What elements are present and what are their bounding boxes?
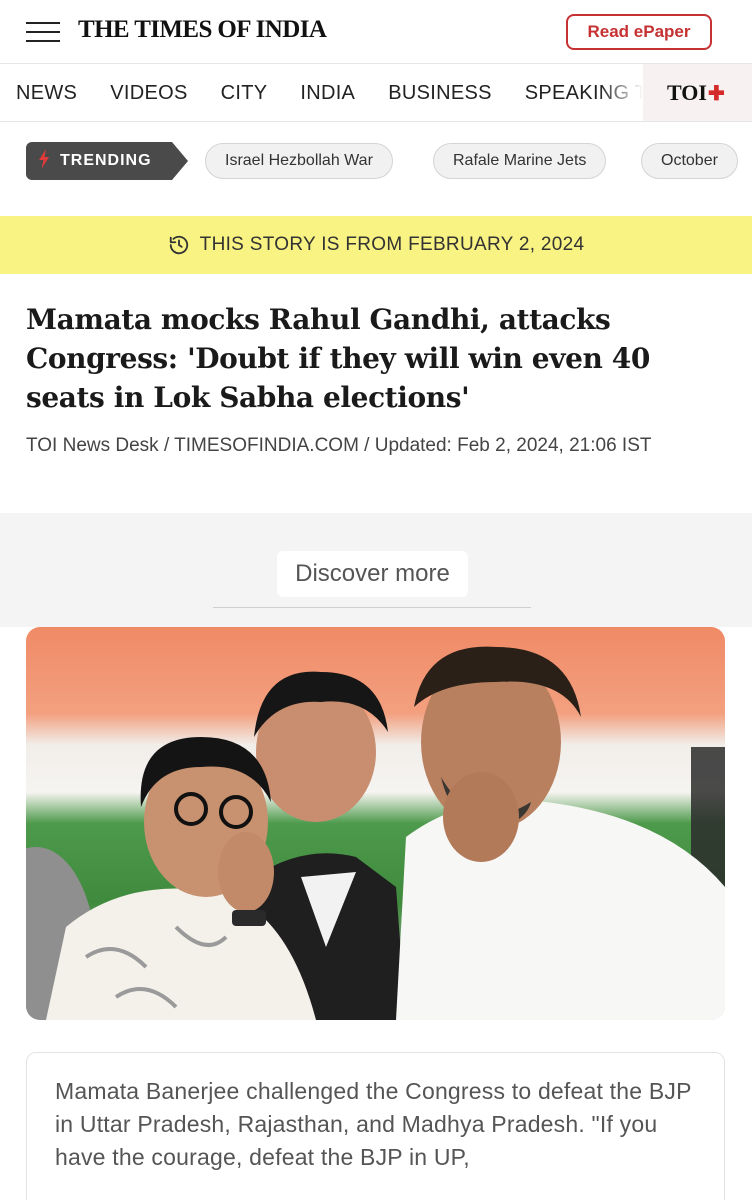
story-date-banner: THIS STORY IS FROM FEBRUARY 2, 2024 bbox=[0, 216, 752, 274]
article-summary: Mamata Banerjee challenged the Congress … bbox=[26, 1052, 725, 1200]
trending-label: TRENDING bbox=[60, 152, 152, 169]
nav-item-city[interactable]: CITY bbox=[221, 82, 268, 105]
toi-plus-label: TOI bbox=[667, 80, 707, 105]
article-byline: TOI News Desk / TIMESOFINDIA.COM / Updat… bbox=[26, 435, 652, 456]
nav-item-videos[interactable]: VIDEOS bbox=[110, 82, 187, 105]
story-date-text: THIS STORY IS FROM FEBRUARY 2, 2024 bbox=[199, 234, 585, 255]
article-headline: Mamata mocks Rahul Gandhi, attacks Congr… bbox=[26, 303, 650, 414]
section-nav: NEWS VIDEOS CITY INDIA BUSINESS SPEAKING… bbox=[0, 64, 752, 122]
history-icon bbox=[169, 235, 188, 255]
lightning-icon bbox=[38, 148, 50, 174]
nav-item-india[interactable]: INDIA bbox=[300, 82, 355, 105]
trending-chip[interactable]: Israel Hezbollah War bbox=[205, 143, 393, 179]
article-photo[interactable] bbox=[26, 627, 725, 1020]
nav-item-business[interactable]: BUSINESS bbox=[388, 82, 492, 105]
site-logo[interactable]: THE TIMES OF INDIA bbox=[78, 16, 327, 44]
toi-plus-link[interactable]: TOI ✚ bbox=[643, 64, 752, 121]
trending-bar: TRENDING Israel Hezbollah War Rafale Mar… bbox=[0, 122, 752, 200]
site-header: THE TIMES OF INDIA Read ePaper bbox=[0, 0, 752, 64]
nav-fade bbox=[600, 64, 643, 121]
read-epaper-button[interactable]: Read ePaper bbox=[566, 14, 712, 50]
discover-more-section: Discover more bbox=[0, 513, 752, 627]
discover-more-button[interactable]: Discover more bbox=[277, 551, 468, 597]
trending-chip[interactable]: October bbox=[641, 143, 738, 179]
divider bbox=[213, 607, 531, 608]
plus-icon: ✚ bbox=[707, 82, 725, 105]
trending-tag: TRENDING bbox=[26, 142, 188, 180]
nav-item-news[interactable]: NEWS bbox=[16, 82, 77, 105]
trending-chip[interactable]: Rafale Marine Jets bbox=[433, 143, 607, 179]
menu-icon[interactable] bbox=[26, 22, 60, 44]
